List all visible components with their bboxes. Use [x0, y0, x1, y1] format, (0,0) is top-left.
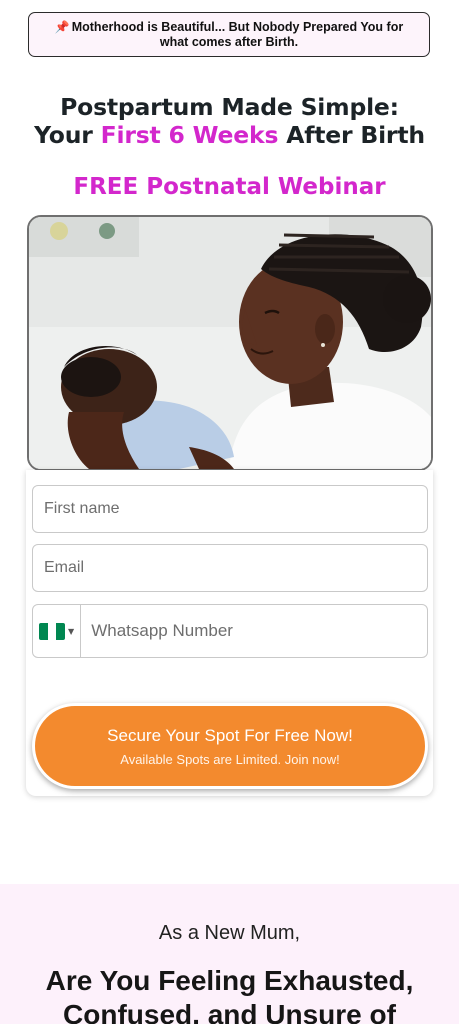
cta-label: Secure Your Spot For Free Now! — [107, 725, 353, 745]
email-input[interactable] — [44, 545, 427, 591]
first-name-field[interactable] — [32, 485, 428, 533]
country-code-dropdown[interactable]: ▼ — [33, 605, 82, 657]
hero-image — [27, 215, 433, 471]
title-line-1: Postpartum Made Simple: — [60, 93, 399, 121]
cta-sublabel: Available Spots are Limited. Join now! — [120, 751, 340, 767]
section-heading: Are You Feeling Exhausted, Confused, and… — [45, 965, 414, 1024]
signup-form: ▼ Secure Your Spot For Free Now! Availab… — [26, 470, 433, 796]
secure-spot-button[interactable]: Secure Your Spot For Free Now! Available… — [32, 703, 428, 789]
announcement-banner: 📌 Motherhood is Beautiful... But Nobody P… — [28, 12, 430, 57]
title-line-2: Your First 6 Weeks After Birth — [0, 121, 459, 149]
page-title: Postpartum Made Simple: Your First 6 Wee… — [0, 93, 459, 149]
title-text: After Birth — [278, 121, 425, 149]
title-text: Your — [34, 121, 101, 149]
email-field[interactable] — [32, 544, 428, 592]
whatsapp-field[interactable]: ▼ — [32, 604, 428, 658]
pushpin-icon: 📌 — [54, 19, 70, 34]
chevron-down-icon: ▼ — [68, 626, 75, 636]
first-name-input[interactable] — [44, 486, 427, 532]
nigeria-flag-icon — [39, 622, 66, 640]
whatsapp-number-input[interactable] — [81, 605, 427, 657]
section-lead: As a New Mum, — [158, 922, 301, 944]
banner-text: Motherhood is Beautiful... But Nobody Pr… — [71, 19, 404, 49]
mother-holding-newborn-photo — [29, 217, 431, 469]
webinar-subtitle: FREE Postnatal Webinar — [73, 174, 386, 200]
pain-points-section: As a New Mum, Are You Feeling Exhausted,… — [0, 884, 459, 1024]
title-accent-text: First 6 Weeks — [100, 121, 279, 149]
